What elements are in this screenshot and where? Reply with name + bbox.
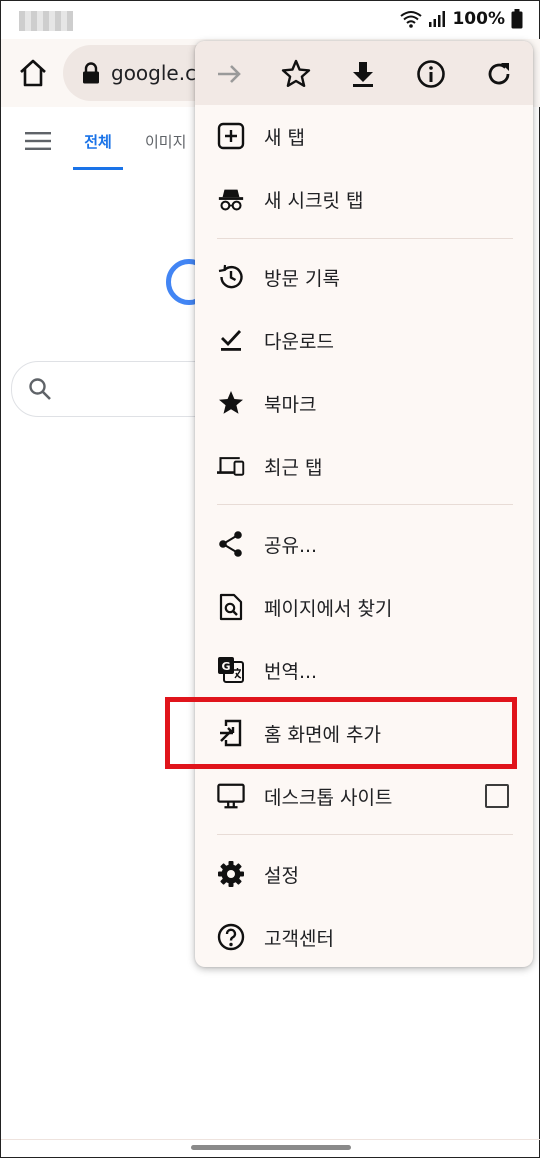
star-filled-icon <box>217 389 245 417</box>
menu-item-label: 페이지에서 찾기 <box>264 597 393 620</box>
menu-item-bookmarks[interactable]: 북마크 <box>195 372 533 434</box>
menu-divider <box>217 238 513 239</box>
menu-item-translate[interactable]: G 번역... <box>195 639 533 701</box>
menu-item-new-incognito-tab[interactable]: 새 시크릿 탭 <box>195 168 533 230</box>
battery-percent: 100% <box>452 9 505 29</box>
history-icon <box>217 263 245 291</box>
desktop-icon <box>217 782 245 810</box>
menu-item-find-in-page[interactable]: 페이지에서 찾기 <box>195 576 533 638</box>
menu-item-label: 다운로드 <box>264 330 334 353</box>
hamburger-menu-icon[interactable] <box>25 131 51 151</box>
menu-item-label: 데스크톱 사이트 <box>264 786 393 809</box>
find-in-page-icon <box>217 593 245 621</box>
signal-icon <box>429 11 446 27</box>
menu-item-label: 고객센터 <box>264 927 334 950</box>
status-bar: 100% <box>1 1 540 39</box>
gesture-handle <box>191 1145 351 1150</box>
gear-icon <box>217 860 245 888</box>
menu-item-new-tab[interactable]: 새 탭 <box>195 105 533 167</box>
overflow-menu: 새 탭 새 시크릿 탭 방문 기록 다운로드 북마크 최근 탭 공유... 페이… <box>195 41 533 967</box>
menu-item-history[interactable]: 방문 기록 <box>195 246 533 308</box>
menu-item-label: 최근 탭 <box>264 456 323 479</box>
menu-item-downloads[interactable]: 다운로드 <box>195 309 533 371</box>
devices-icon <box>217 452 245 480</box>
status-icons: 100% <box>400 9 523 29</box>
wifi-icon <box>400 11 423 28</box>
desktop-site-checkbox[interactable] <box>485 784 509 808</box>
status-time-blurred <box>19 11 73 31</box>
home-icon[interactable] <box>15 55 51 91</box>
menu-item-label: 공유... <box>264 534 318 557</box>
translate-icon: G <box>217 656 245 684</box>
tab-images[interactable]: 이미지 <box>145 131 186 152</box>
tab-all[interactable]: 전체 <box>73 131 123 152</box>
download-icon[interactable] <box>346 57 380 91</box>
menu-divider <box>217 834 513 835</box>
star-outline-icon[interactable] <box>279 57 313 91</box>
help-icon <box>217 923 245 951</box>
plus-box-icon <box>217 122 245 150</box>
active-tab-indicator <box>73 167 123 170</box>
menu-item-label: 새 시크릿 탭 <box>264 189 364 212</box>
menu-item-help[interactable]: 고객센터 <box>195 906 533 967</box>
menu-item-label: 번역... <box>264 660 318 683</box>
download-check-icon <box>217 326 245 354</box>
battery-icon <box>511 9 523 29</box>
info-icon[interactable] <box>414 57 448 91</box>
menu-item-label: 설정 <box>264 864 299 887</box>
menu-item-label: 새 탭 <box>264 126 305 149</box>
svg-text:G: G <box>221 660 230 673</box>
menu-item-desktop-site[interactable]: 데스크톱 사이트 <box>195 765 533 827</box>
menu-item-share[interactable]: 공유... <box>195 513 533 575</box>
highlight-box <box>165 697 517 769</box>
share-icon <box>217 530 245 558</box>
search-icon <box>29 378 51 400</box>
forward-arrow-icon[interactable] <box>212 57 246 91</box>
menu-action-bar <box>195 41 533 105</box>
bottom-divider <box>1 1139 540 1140</box>
menu-item-recent-tabs[interactable]: 최근 탭 <box>195 435 533 497</box>
lock-icon <box>83 62 99 84</box>
url-text: google.co <box>111 61 209 85</box>
menu-item-settings[interactable]: 설정 <box>195 843 533 905</box>
refresh-icon[interactable] <box>482 57 516 91</box>
menu-divider <box>217 504 513 505</box>
menu-item-label: 북마크 <box>264 393 317 416</box>
menu-item-label: 방문 기록 <box>264 267 340 290</box>
incognito-icon <box>217 185 245 213</box>
